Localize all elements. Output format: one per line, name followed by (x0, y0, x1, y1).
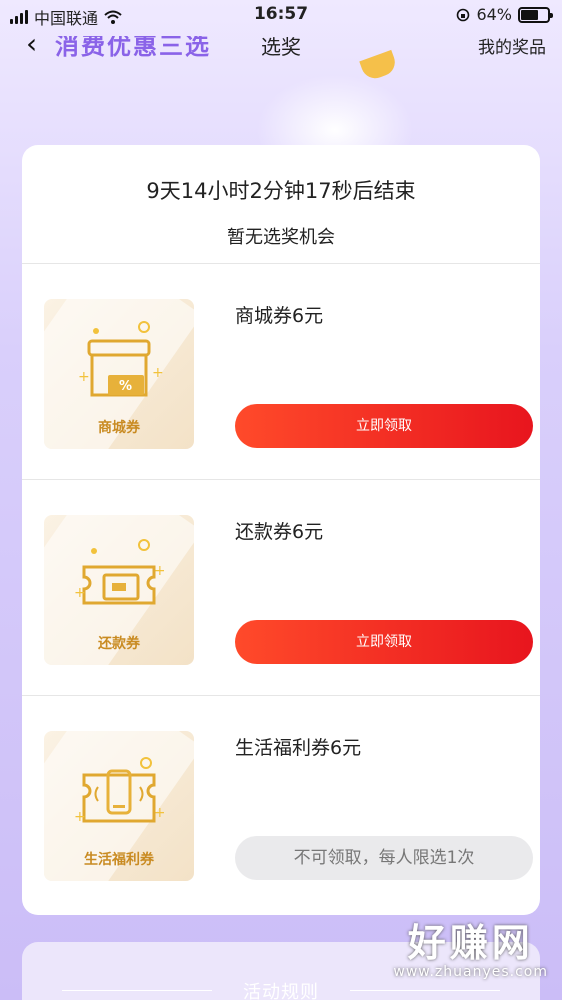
svg-text:+: + (152, 365, 164, 381)
watermark-text: 好赚网 (407, 921, 534, 965)
svg-text:+: + (74, 585, 86, 601)
battery-icon (518, 6, 553, 23)
svg-text:+: + (78, 369, 90, 385)
claim-button-disabled: 不可领取，每人限选1次 (235, 836, 533, 880)
prize-image-label: 商城券 (98, 420, 140, 436)
watermark: 好赚网 www.zhuanyes.com (393, 922, 548, 980)
rules-title[interactable]: 活动规则 (22, 978, 540, 1000)
svg-text:%: % (119, 379, 132, 394)
countdown-text: 9天14小时2分钟17秒后结束 (146, 179, 416, 203)
store-coupon-icon: % + + (78, 321, 164, 397)
repayment-coupon-image: + + 还款券 (44, 515, 194, 665)
divider (22, 479, 540, 480)
watermark-url: www.zhuanyes.com (393, 964, 548, 980)
svg-text:+: + (154, 563, 164, 579)
prize-name: 生活福利券6元 (235, 737, 362, 759)
countdown-timer: 9天14小时2分钟17秒后结束 (22, 175, 540, 205)
phone-coupon-icon: + + (74, 757, 164, 825)
prize-name: 商城券6元 (235, 305, 324, 327)
claim-button[interactable]: 立即领取 (235, 620, 533, 664)
chance-status: 暂无选奖机会 (227, 227, 335, 248)
store-coupon-image: % + + 商城券 (44, 299, 194, 449)
battery-percent: 64% (476, 5, 512, 24)
svg-text:+: + (74, 809, 86, 825)
prize-image-label: 生活福利券 (84, 852, 154, 868)
status-bar: 中国联通 16:57 64% (0, 0, 562, 30)
my-prizes-link[interactable]: 我的奖品 (478, 33, 546, 58)
divider (22, 263, 540, 264)
svg-text:+: + (154, 805, 164, 821)
rules-divider-right (350, 990, 500, 991)
claim-button[interactable]: 立即领取 (235, 404, 533, 448)
prize-image-label: 还款券 (98, 636, 140, 652)
prize-card: 9天14小时2分钟17秒后结束 暂无选奖机会 % + + 商城券 商城券6元 立… (22, 145, 540, 915)
rotation-lock-icon (457, 8, 470, 21)
prize-name: 还款券6元 (235, 521, 324, 543)
nav-bar: ‹ 选奖 我的奖品 (0, 28, 562, 62)
repayment-coupon-icon: + + (74, 539, 164, 605)
status-right: 64% (456, 5, 553, 24)
life-welfare-coupon-image: + + 生活福利券 (44, 731, 194, 881)
divider (22, 695, 540, 696)
